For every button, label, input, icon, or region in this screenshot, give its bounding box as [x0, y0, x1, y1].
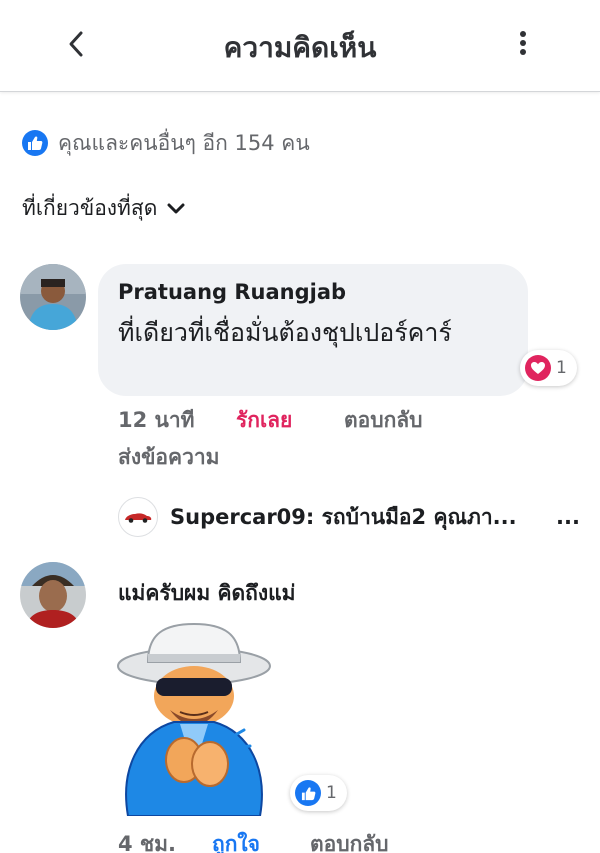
avatar[interactable] [20, 264, 86, 330]
reaction-count: 1 [556, 358, 567, 378]
reply-button[interactable]: ตอบกลับ [344, 404, 423, 437]
reply-preview[interactable]: Supercar09: รถบ้านมือ2 คุณภา... ... [118, 497, 588, 537]
page-avatar [118, 497, 158, 537]
comment-time[interactable]: 4 ชม. [118, 828, 176, 853]
like-reaction-button[interactable]: ถูกใจ [212, 828, 260, 853]
avatar[interactable] [20, 562, 86, 628]
love-icon [525, 355, 551, 381]
comment-bubble[interactable]: Pratuang Ruangjab ที่เดียวที่เชื่อมั่นต้… [98, 264, 528, 396]
chevron-down-icon [167, 203, 185, 213]
like-icon [22, 130, 48, 156]
reaction-count: 1 [326, 783, 337, 803]
reply-button[interactable]: ตอบกลับ [310, 828, 389, 853]
comment-time[interactable]: 12 นาที [118, 404, 195, 437]
comment-reaction-count[interactable]: 1 [290, 775, 347, 811]
reply-more: ... [556, 505, 580, 529]
more-options-button[interactable] [506, 26, 540, 60]
vertical-dots-icon [520, 31, 526, 55]
sort-dropdown[interactable]: ที่เกี่ยวข้องที่สุด [22, 192, 185, 225]
reply-preview-text: Supercar09: รถบ้านมือ2 คุณภา... [170, 504, 517, 529]
comment-reaction-count[interactable]: 1 [520, 350, 577, 386]
comment-author[interactable]: แม่ครับผม คิดถึงแม่ [118, 577, 296, 610]
old-man-clapping-sticker [104, 620, 284, 817]
car-logo-icon [125, 513, 152, 523]
sort-label: ที่เกี่ยวข้องที่สุด [22, 196, 158, 220]
reactions-summary[interactable]: คุณและคนอื่นๆ อีก 154 คน [22, 127, 310, 159]
app-header: ความคิดเห็น [0, 0, 600, 92]
reactions-count-text: คุณและคนอื่นๆ อีก 154 คน [58, 130, 310, 155]
send-message-button[interactable]: ส่งข้อความ [118, 441, 220, 474]
comment-author[interactable]: Pratuang Ruangjab [118, 280, 346, 304]
like-icon [295, 780, 321, 806]
comment-text: ที่เดียวที่เชื่อมั่นต้องชุปเปอร์คาร์ [118, 318, 452, 347]
love-reaction-button[interactable]: รักเลย [236, 404, 292, 437]
